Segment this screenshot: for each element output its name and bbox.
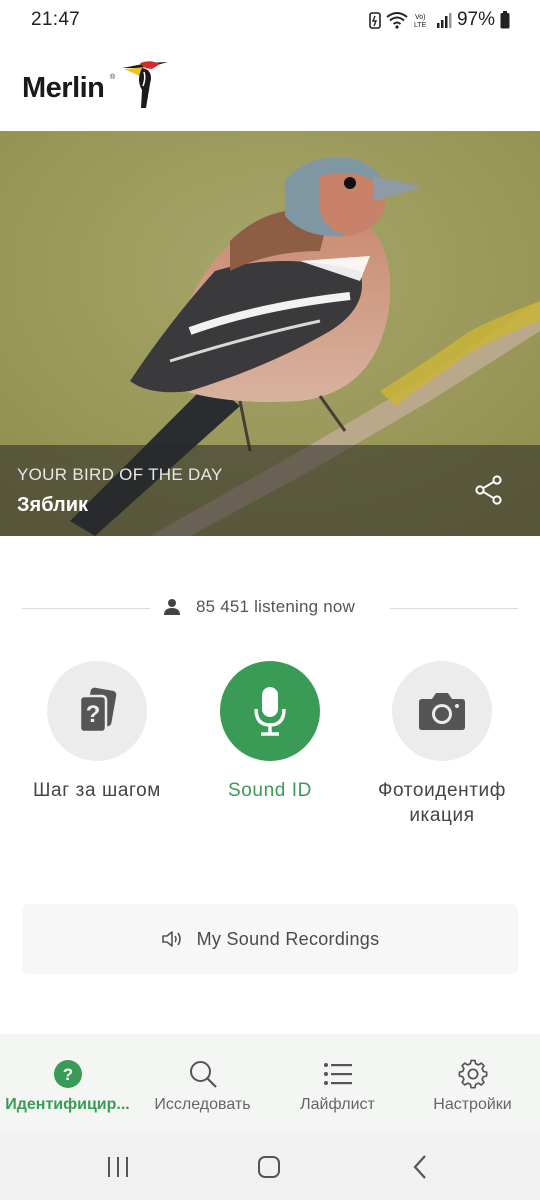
my-sound-recordings-button[interactable]: My Sound Recordings xyxy=(22,904,518,974)
nav-settings-label: Настройки xyxy=(433,1096,512,1113)
sound-id-button[interactable]: Sound ID xyxy=(195,661,345,803)
photo-id-button[interactable]: Фотоидентиф икация xyxy=(367,661,517,828)
logo-text: Merlin xyxy=(22,72,105,104)
speaker-icon xyxy=(161,931,181,947)
nav-lifelist[interactable]: Лайфлист xyxy=(270,1034,405,1132)
nav-identify[interactable]: ? Идентифицир... xyxy=(0,1034,135,1132)
question-cards-icon: ? xyxy=(78,687,117,734)
sound-id-label: Sound ID xyxy=(227,780,313,801)
gear-icon xyxy=(458,1059,488,1089)
nav-settings[interactable]: Настройки xyxy=(405,1034,540,1132)
sound-id-circle[interactable] xyxy=(220,661,320,761)
nav-explore[interactable]: Исследовать xyxy=(135,1034,270,1132)
woodpecker-logo-icon xyxy=(122,61,168,108)
recent-apps-button[interactable] xyxy=(100,1152,136,1182)
bird-of-day-kicker: YOUR BIRD OF THE DAY xyxy=(17,465,223,484)
list-icon xyxy=(323,1063,352,1085)
photo-id-label: Фотоидентиф икация xyxy=(378,780,506,826)
logo-registered-mark: ® xyxy=(110,74,116,81)
system-navigation-bar xyxy=(0,1132,540,1200)
divider-left xyxy=(22,608,150,609)
back-icon xyxy=(413,1155,426,1179)
camera-icon xyxy=(419,693,465,730)
share-icon xyxy=(475,475,502,505)
nav-explore-label: Исследовать xyxy=(154,1096,251,1113)
help-circle-icon: ? xyxy=(53,1060,82,1088)
svg-text:?: ? xyxy=(62,1065,72,1084)
status-icons: Vo) LTE 97% xyxy=(369,9,510,31)
person-icon xyxy=(164,599,180,615)
bird-of-day-name[interactable]: Зяблик xyxy=(17,494,88,517)
back-button[interactable] xyxy=(402,1152,438,1182)
recent-apps-icon xyxy=(108,1157,128,1177)
home-button[interactable] xyxy=(251,1152,287,1182)
share-button[interactable] xyxy=(468,469,510,511)
bottom-navigation: ? Идентифицир... Исследовать Лайфлист На… xyxy=(0,1034,540,1132)
home-icon xyxy=(258,1156,280,1178)
svg-text:?: ? xyxy=(86,701,101,728)
wifi-icon xyxy=(386,12,408,29)
nav-lifelist-label: Лайфлист xyxy=(300,1096,375,1113)
step-by-step-circle[interactable]: ? xyxy=(47,661,147,761)
divider-right xyxy=(390,608,518,609)
signal-icon xyxy=(436,13,452,28)
my-sound-recordings-label: My Sound Recordings xyxy=(196,928,380,949)
bird-of-day-banner xyxy=(0,445,540,536)
svg-text:Vo): Vo) xyxy=(415,14,426,21)
battery-saver-icon xyxy=(369,12,381,29)
svg-text:LTE: LTE xyxy=(414,22,427,29)
step-by-step-button[interactable]: ? Шаг за шагом xyxy=(22,661,172,803)
status-bar: 21:47 Vo) LTE 97% xyxy=(0,0,540,40)
nav-identify-label: Идентифицир... xyxy=(5,1096,130,1113)
listening-now: 85 451 listening now xyxy=(162,597,355,617)
battery-percent: 97% xyxy=(456,9,495,30)
microphone-icon xyxy=(254,687,286,736)
merlin-logo: Merlin ® xyxy=(22,60,182,112)
battery-icon xyxy=(500,11,510,29)
status-time: 21:47 xyxy=(31,9,81,30)
photo-id-circle[interactable] xyxy=(392,661,492,761)
volte-icon: Vo)LTE xyxy=(414,14,427,29)
search-icon xyxy=(189,1061,217,1088)
step-by-step-label: Шаг за шагом xyxy=(33,780,161,801)
listening-count: 85 451 listening now xyxy=(196,597,356,616)
